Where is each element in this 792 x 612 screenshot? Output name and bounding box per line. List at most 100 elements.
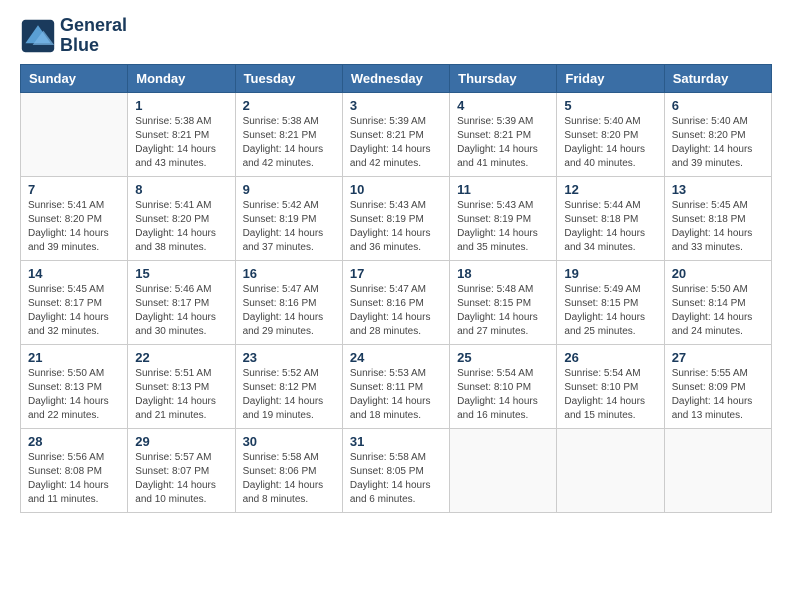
day-info: Sunrise: 5:41 AMSunset: 8:20 PMDaylight:… <box>135 199 227 255</box>
day-info: Sunrise: 5:55 AMSunset: 8:09 PMDaylight:… <box>672 367 764 423</box>
daylight-text: Daylight: 14 hours and 8 minutes. <box>243 479 335 507</box>
daylight-text: Daylight: 14 hours and 19 minutes. <box>243 395 335 423</box>
day-info: Sunrise: 5:49 AMSunset: 8:15 PMDaylight:… <box>564 283 656 339</box>
sunrise-text: Sunrise: 5:58 AM <box>243 451 335 465</box>
calendar-day-cell: 19Sunrise: 5:49 AMSunset: 8:15 PMDayligh… <box>557 260 664 344</box>
day-info: Sunrise: 5:43 AMSunset: 8:19 PMDaylight:… <box>457 199 549 255</box>
sunset-text: Sunset: 8:20 PM <box>672 129 764 143</box>
column-header-monday: Monday <box>128 64 235 92</box>
sunrise-text: Sunrise: 5:39 AM <box>350 115 442 129</box>
day-info: Sunrise: 5:41 AMSunset: 8:20 PMDaylight:… <box>28 199 120 255</box>
day-info: Sunrise: 5:39 AMSunset: 8:21 PMDaylight:… <box>457 115 549 171</box>
calendar-day-cell: 16Sunrise: 5:47 AMSunset: 8:16 PMDayligh… <box>235 260 342 344</box>
daylight-text: Daylight: 14 hours and 13 minutes. <box>672 395 764 423</box>
calendar-day-cell: 28Sunrise: 5:56 AMSunset: 8:08 PMDayligh… <box>21 428 128 512</box>
sunrise-text: Sunrise: 5:38 AM <box>243 115 335 129</box>
daylight-text: Daylight: 14 hours and 29 minutes. <box>243 311 335 339</box>
day-info: Sunrise: 5:47 AMSunset: 8:16 PMDaylight:… <box>243 283 335 339</box>
calendar-day-cell: 4Sunrise: 5:39 AMSunset: 8:21 PMDaylight… <box>450 92 557 176</box>
header: General Blue <box>20 16 772 56</box>
sunset-text: Sunset: 8:18 PM <box>672 213 764 227</box>
calendar-week-row: 1 Sunrise: 5:38 AM Sunset: 8:21 PM Daylight… <box>21 92 772 176</box>
calendar-week-row: 28Sunrise: 5:56 AMSunset: 8:08 PMDayligh… <box>21 428 772 512</box>
sunset-text: Sunset: 8:16 PM <box>243 297 335 311</box>
calendar-header-row: SundayMondayTuesdayWednesdayThursdayFrid… <box>21 64 772 92</box>
calendar-day-cell: 6Sunrise: 5:40 AMSunset: 8:20 PMDaylight… <box>664 92 771 176</box>
calendar-day-cell: 8 Sunrise: 5:41 AMSunset: 8:20 PMDaylight… <box>128 176 235 260</box>
sunset-text: Sunset: 8:10 PM <box>564 381 656 395</box>
sunset-text: Sunset: 8:05 PM <box>350 465 442 479</box>
sunset-text: Sunset: 8:08 PM <box>28 465 120 479</box>
day-number: 21 <box>28 350 120 365</box>
sunset-text: Sunset: 8:21 PM <box>457 129 549 143</box>
daylight-text: Daylight: 14 hours and 28 minutes. <box>350 311 442 339</box>
daylight-text: Daylight: 14 hours and 35 minutes. <box>457 227 549 255</box>
day-info: Sunrise: 5:52 AMSunset: 8:12 PMDaylight:… <box>243 367 335 423</box>
day-info: Sunrise: 5:42 AMSunset: 8:19 PMDaylight:… <box>243 199 335 255</box>
day-info: Sunrise: 5:44 AMSunset: 8:18 PMDaylight:… <box>564 199 656 255</box>
day-number: 27 <box>672 350 764 365</box>
calendar-day-cell: 27 Sunrise: 5:55 AMSunset: 8:09 PMDayligh… <box>664 344 771 428</box>
day-info: Sunrise: 5:54 AMSunset: 8:10 PMDaylight:… <box>564 367 656 423</box>
day-number: 8 <box>135 182 227 197</box>
calendar-day-cell: 30 Sunrise: 5:58 AMSunset: 8:06 PMDayligh… <box>235 428 342 512</box>
calendar-day-cell: 21Sunrise: 5:50 AMSunset: 8:13 PMDayligh… <box>21 344 128 428</box>
calendar-day-cell: 12Sunrise: 5:44 AMSunset: 8:18 PMDayligh… <box>557 176 664 260</box>
day-number: 1 <box>135 98 227 113</box>
day-number: 29 <box>135 434 227 449</box>
daylight-text: Daylight: 14 hours and 39 minutes. <box>28 227 120 255</box>
day-number: 20 <box>672 266 764 281</box>
sunrise-text: Sunrise: 5:45 AM <box>672 199 764 213</box>
day-info: Sunrise: 5:56 AMSunset: 8:08 PMDaylight:… <box>28 451 120 507</box>
calendar-day-cell: 23Sunrise: 5:52 AMSunset: 8:12 PMDayligh… <box>235 344 342 428</box>
sunset-text: Sunset: 8:15 PM <box>564 297 656 311</box>
calendar-day-cell <box>450 428 557 512</box>
sunrise-text: Sunrise: 5:53 AM <box>350 367 442 381</box>
sunrise-text: Sunrise: 5:40 AM <box>672 115 764 129</box>
column-header-tuesday: Tuesday <box>235 64 342 92</box>
day-number: 30 <box>243 434 335 449</box>
sunset-text: Sunset: 8:17 PM <box>28 297 120 311</box>
logo-icon <box>20 18 56 54</box>
calendar-day-cell: 7 Sunrise: 5:41 AMSunset: 8:20 PMDaylight… <box>21 176 128 260</box>
calendar-day-cell: 9Sunrise: 5:42 AMSunset: 8:19 PMDaylight… <box>235 176 342 260</box>
daylight-text: Daylight: 14 hours and 37 minutes. <box>243 227 335 255</box>
day-info: Sunrise: 5:45 AMSunset: 8:18 PMDaylight:… <box>672 199 764 255</box>
sunset-text: Sunset: 8:14 PM <box>672 297 764 311</box>
calendar-day-cell: 18 Sunrise: 5:48 AMSunset: 8:15 PMDayligh… <box>450 260 557 344</box>
sunrise-text: Sunrise: 5:50 AM <box>672 283 764 297</box>
sunset-text: Sunset: 8:06 PM <box>243 465 335 479</box>
day-number: 10 <box>350 182 442 197</box>
calendar-day-cell: 22Sunrise: 5:51 AMSunset: 8:13 PMDayligh… <box>128 344 235 428</box>
sunset-text: Sunset: 8:16 PM <box>350 297 442 311</box>
daylight-text: Daylight: 14 hours and 38 minutes. <box>135 227 227 255</box>
sunrise-text: Sunrise: 5:52 AM <box>243 367 335 381</box>
sunset-text: Sunset: 8:13 PM <box>135 381 227 395</box>
day-number: 7 <box>28 182 120 197</box>
day-info: Sunrise: 5:40 AMSunset: 8:20 PMDaylight:… <box>564 115 656 171</box>
daylight-text: Daylight: 14 hours and 34 minutes. <box>564 227 656 255</box>
day-info: Sunrise: 5:48 AMSunset: 8:15 PMDaylight:… <box>457 283 549 339</box>
sunset-text: Sunset: 8:18 PM <box>564 213 656 227</box>
calendar-day-cell: 31Sunrise: 5:58 AMSunset: 8:05 PMDayligh… <box>342 428 449 512</box>
column-header-thursday: Thursday <box>450 64 557 92</box>
sunrise-text: Sunrise: 5:45 AM <box>28 283 120 297</box>
day-number: 18 <box>457 266 549 281</box>
day-number: 11 <box>457 182 549 197</box>
calendar-day-cell <box>21 92 128 176</box>
daylight-text: Daylight: 14 hours and 21 minutes. <box>135 395 227 423</box>
day-number: 24 <box>350 350 442 365</box>
daylight-text: Daylight: 14 hours and 27 minutes. <box>457 311 549 339</box>
sunset-text: Sunset: 8:11 PM <box>350 381 442 395</box>
day-info: Sunrise: 5:57 AMSunset: 8:07 PMDaylight:… <box>135 451 227 507</box>
calendar-table: SundayMondayTuesdayWednesdayThursdayFrid… <box>20 64 772 513</box>
sunset-text: Sunset: 8:20 PM <box>28 213 120 227</box>
sunrise-text: Sunrise: 5:39 AM <box>457 115 549 129</box>
daylight-text: Daylight: 14 hours and 32 minutes. <box>28 311 120 339</box>
daylight-text: Daylight: 14 hours and 43 minutes. <box>135 143 227 171</box>
sunrise-text: Sunrise: 5:47 AM <box>350 283 442 297</box>
calendar-day-cell: 17Sunrise: 5:47 AMSunset: 8:16 PMDayligh… <box>342 260 449 344</box>
daylight-text: Daylight: 14 hours and 33 minutes. <box>672 227 764 255</box>
calendar-day-cell <box>557 428 664 512</box>
sunset-text: Sunset: 8:21 PM <box>350 129 442 143</box>
